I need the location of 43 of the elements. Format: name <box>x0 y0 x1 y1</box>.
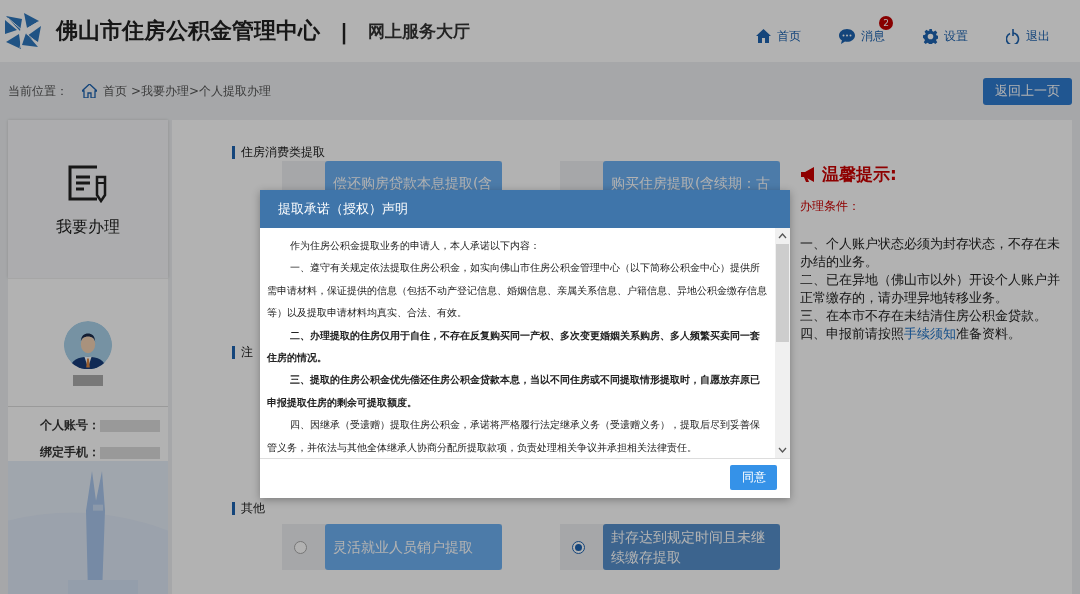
scrollbar[interactable] <box>775 228 790 458</box>
site-title: 佛山市住房公积金管理中心 <box>56 17 320 45</box>
back-button[interactable]: 返回上一页 <box>983 77 1072 105</box>
section-title: 其他 <box>232 502 792 515</box>
statement-paragraph: 三、提取的住房公积金优先偿还住房公积金贷款本息，当以不同住房或不同提取情形提取时，自愿放弃原已申报提取住房的剩余可提取额度。 <box>267 372 761 410</box>
avatar-icon <box>61 321 115 370</box>
tip-line: 三、在本市不存在未结清住房公积金贷款。 <box>800 307 1048 325</box>
statement-paragraph: 作为住房公积金提取业务的申请人，本人承诺以下内容： <box>288 238 541 253</box>
chat-icon <box>839 28 855 44</box>
statement-paragraph: 一、遵守有关规定依法提取住房公积金，如实向佛山市住房公积金管理中心（以下简称公积金中心）提供所需申请材料，保证提供的信息（包括不动产登记信息、婚姻信息、亲属关系信息、户籍信息、异地公积金缴存信息等）以及提取申请材料均真实、合法、有效。 <box>267 260 768 321</box>
option-button[interactable]: 封存达到规定时间且未继续缴存提取 <box>603 524 780 570</box>
location-label: 当前位置： <box>8 82 68 100</box>
site-subtitle: 网上服务大厅 <box>368 19 471 43</box>
nav-link[interactable]: 设置 <box>923 15 976 45</box>
nav-link[interactable]: 消息 2 <box>839 15 893 45</box>
title-separator: | <box>340 18 349 44</box>
notification-badge: 2 <box>879 15 893 30</box>
field-label: 个人账号： <box>40 417 100 434</box>
nav-link[interactable]: 首页 <box>756 15 809 45</box>
power-icon <box>1006 28 1020 44</box>
tip-line: 四、申报前请按照手续须知准备资料。 <box>800 325 1022 343</box>
tips-subtitle: 办理条件： <box>800 198 861 215</box>
dialog-title: 提取承诺（授权）声明 <box>260 190 790 228</box>
option-button[interactable]: 灵活就业人员销户提取 <box>325 524 502 570</box>
tip-line: 一、个人账户状态必须为封存状态，不存在未办结的业务。 <box>800 235 1060 271</box>
radio-button[interactable] <box>294 540 307 554</box>
breadcrumb-path: >我要办理>个人提取办理 <box>131 82 272 100</box>
guide-link[interactable]: 手续须知 <box>904 326 956 341</box>
tips-title: 温馨提示: <box>822 163 897 186</box>
settings-icon <box>923 28 938 44</box>
breadcrumb-link[interactable]: 首页 <box>82 82 127 100</box>
statement-paragraph: 二、办理提取的住房仅用于自住，不存在反复购买同一产权、多次变更婚姻关系购房、多人频繁买卖同一套住房的情况。 <box>267 327 761 366</box>
nav-link[interactable]: 退出 <box>1006 15 1058 45</box>
menu-card-label: 我要办理 <box>56 216 120 238</box>
agree-button[interactable]: 同意 <box>730 465 777 490</box>
home-icon <box>82 84 97 98</box>
field-label: 绑定手机： <box>40 444 100 461</box>
statement-paragraph: 四、因继承（受遗赠）提取住房公积金，承诺将严格履行法定继承义务（受遗赠义务），提取后尽到妥善保管义务，并依法与其他全体继承人协商分配所提取款项，负责处理相关争议并承担相关法律责任。 <box>267 417 761 455</box>
menu-card[interactable]: 我要办理 <box>8 120 168 278</box>
tip-line: 二、已在异地（佛山市以外）开设个人账户并正常缴存的，请办理异地转移业务。 <box>800 271 1060 307</box>
home-icon <box>756 29 771 43</box>
pinwheel-logo <box>4 12 42 50</box>
radio-button[interactable] <box>572 540 585 554</box>
